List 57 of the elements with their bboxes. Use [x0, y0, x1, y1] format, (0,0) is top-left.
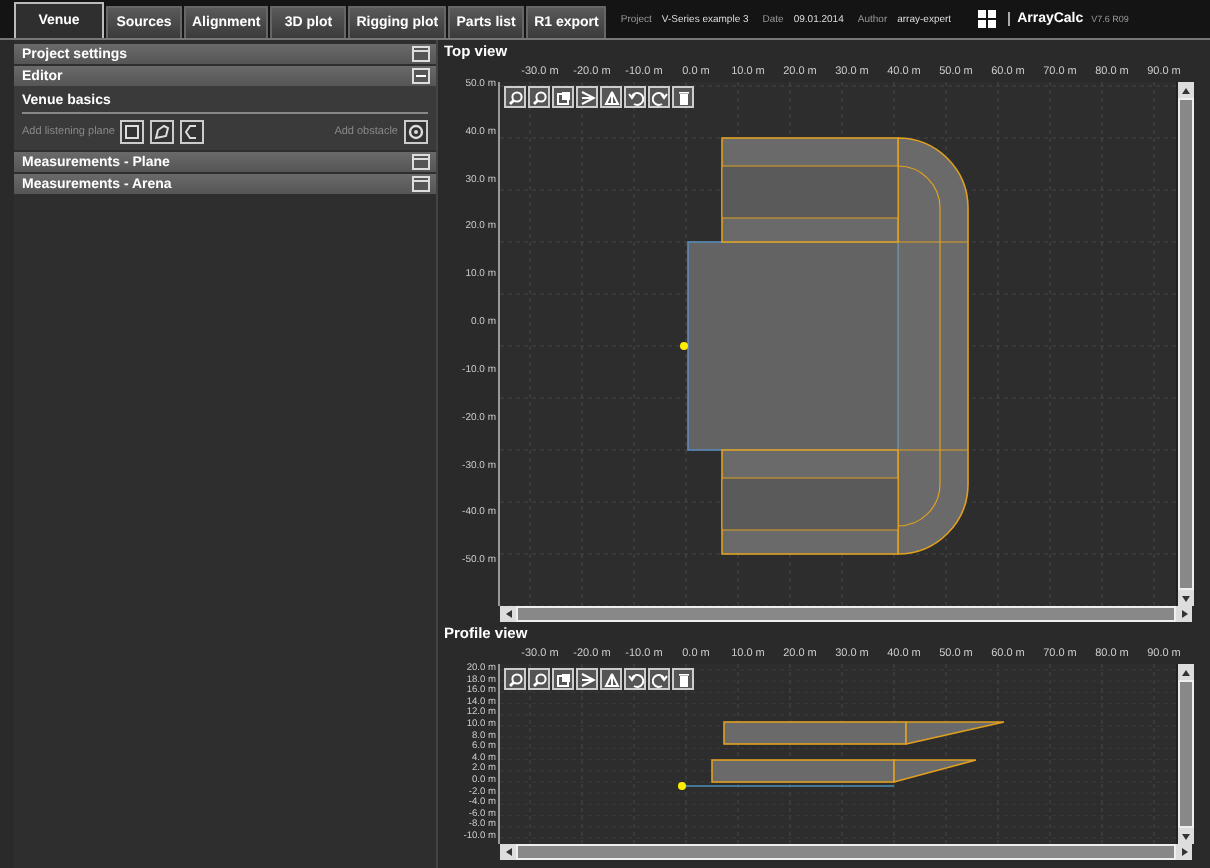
redo-icon [651, 671, 667, 687]
toolbar-button[interactable] [672, 86, 694, 108]
trash-icon [675, 89, 691, 105]
vertical-scrollbar[interactable] [1176, 82, 1194, 606]
undo-icon [627, 89, 643, 105]
toolbar-button[interactable] [528, 86, 550, 108]
toolbar-button[interactable] [600, 668, 622, 690]
zoom-out-icon [531, 671, 547, 687]
expand-icon[interactable] [412, 154, 430, 170]
vertical-scrollbar[interactable] [1176, 664, 1194, 844]
grid-icon[interactable] [977, 9, 998, 29]
toolbar-button[interactable] [552, 86, 574, 108]
down-arrow-icon[interactable] [1182, 833, 1190, 839]
toolbar-button[interactable] [624, 668, 646, 690]
bracket-shape-icon [184, 124, 201, 140]
zoom-in-icon [507, 89, 523, 105]
zoom-out-icon [531, 89, 547, 105]
arrow-icon [579, 89, 595, 105]
add-obstacle-button[interactable] [404, 120, 428, 144]
freeform-plane-button[interactable] [150, 120, 175, 144]
up-arrow-icon[interactable] [1182, 87, 1190, 93]
toolbar-button[interactable] [576, 86, 598, 108]
mirror-icon [603, 671, 619, 687]
left-arrow-icon[interactable] [505, 610, 511, 618]
toolbar-button[interactable] [504, 668, 526, 690]
toolbar-button[interactable] [672, 668, 694, 690]
toolbar-button[interactable] [648, 86, 670, 108]
expand-icon[interactable] [412, 46, 430, 62]
right-arrow-icon[interactable] [1181, 848, 1187, 856]
polygon-icon [154, 124, 171, 140]
down-arrow-icon[interactable] [1182, 595, 1190, 601]
toolbar-button[interactable] [600, 86, 622, 108]
fit-view-icon [555, 671, 571, 687]
toolbar-button[interactable] [576, 668, 598, 690]
rectangle-icon [124, 124, 141, 140]
fit-view-icon [555, 89, 571, 105]
arrow-icon [579, 671, 595, 687]
toolbar-button[interactable] [552, 668, 574, 690]
toolbar-button[interactable] [624, 86, 646, 108]
arc-plane-button[interactable] [180, 120, 205, 144]
zoom-in-icon [507, 671, 523, 687]
trash-icon [675, 671, 691, 687]
rectangle-plane-button[interactable] [120, 120, 145, 144]
right-arrow-icon[interactable] [1181, 610, 1187, 618]
up-arrow-icon[interactable] [1182, 669, 1190, 675]
left-arrow-icon[interactable] [505, 848, 511, 856]
redo-icon [651, 89, 667, 105]
target-icon [408, 124, 424, 140]
toolbar-button[interactable] [648, 668, 670, 690]
horizontal-scrollbar[interactable] [500, 844, 1192, 860]
undo-icon [627, 671, 643, 687]
toolbar-button[interactable] [504, 86, 526, 108]
expand-icon[interactable] [412, 176, 430, 192]
mirror-icon [603, 89, 619, 105]
toolbar-button[interactable] [528, 668, 550, 690]
horizontal-scrollbar[interactable] [500, 606, 1192, 622]
collapse-icon[interactable] [412, 68, 430, 84]
